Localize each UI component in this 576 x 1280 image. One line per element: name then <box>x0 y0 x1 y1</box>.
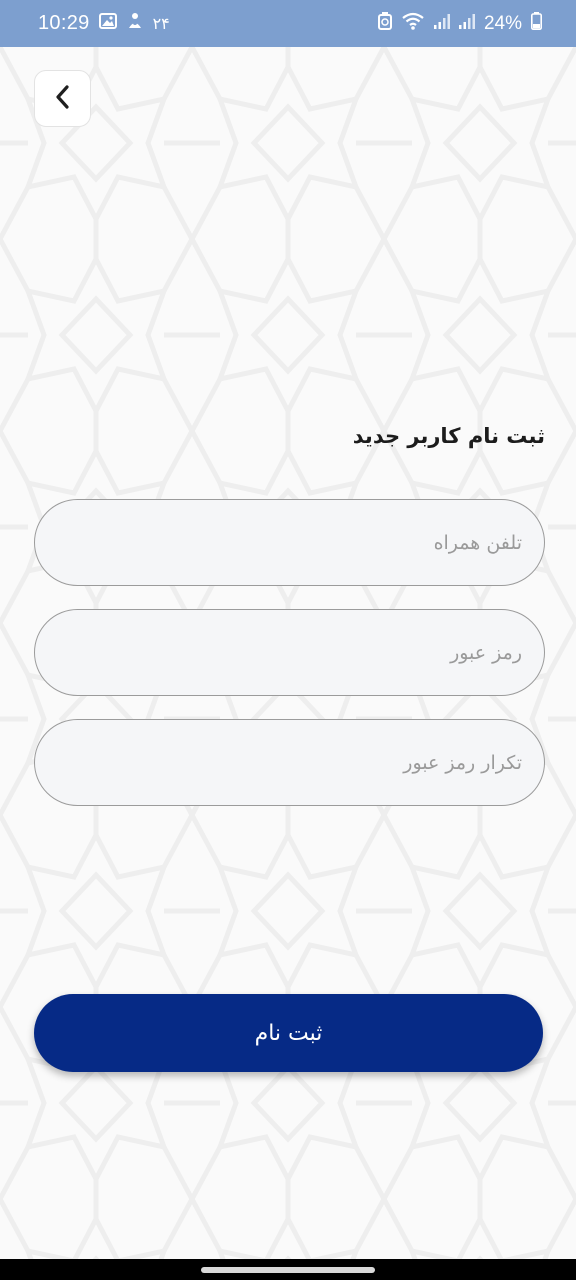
password-field[interactable] <box>34 609 545 696</box>
register-screen: 10:29 ۲۴ 24% ثبت نام کاربر جدید تلفن همر… <box>0 0 576 1280</box>
gallery-icon <box>98 13 117 34</box>
status-right: 24% <box>377 12 542 35</box>
status-time: 10:29 <box>38 12 90 34</box>
wifi-icon <box>401 12 425 35</box>
system-navigation-bar <box>0 1259 576 1280</box>
phone-input[interactable] <box>35 500 544 585</box>
battery-percent: 24% <box>483 12 522 34</box>
notification-icon <box>126 12 144 35</box>
status-bar: 10:29 ۲۴ 24% <box>0 0 576 47</box>
signal-icon-2 <box>458 13 475 34</box>
status-left: 10:29 ۲۴ <box>38 12 170 35</box>
page-title: ثبت نام کاربر جدید <box>352 424 545 448</box>
signal-icon <box>433 13 450 34</box>
recycle-icon <box>377 12 392 35</box>
confirm-password-input[interactable] <box>35 720 544 805</box>
phone-field[interactable] <box>34 499 545 586</box>
back-button[interactable] <box>34 70 91 127</box>
home-gesture-handle[interactable] <box>201 1267 375 1273</box>
password-input[interactable] <box>35 610 544 695</box>
chevron-left-icon <box>52 84 74 114</box>
register-button[interactable]: ثبت نام <box>34 994 543 1072</box>
status-date-digits: ۲۴ <box>152 15 170 33</box>
confirm-password-field[interactable] <box>34 719 545 806</box>
battery-icon <box>531 12 542 35</box>
